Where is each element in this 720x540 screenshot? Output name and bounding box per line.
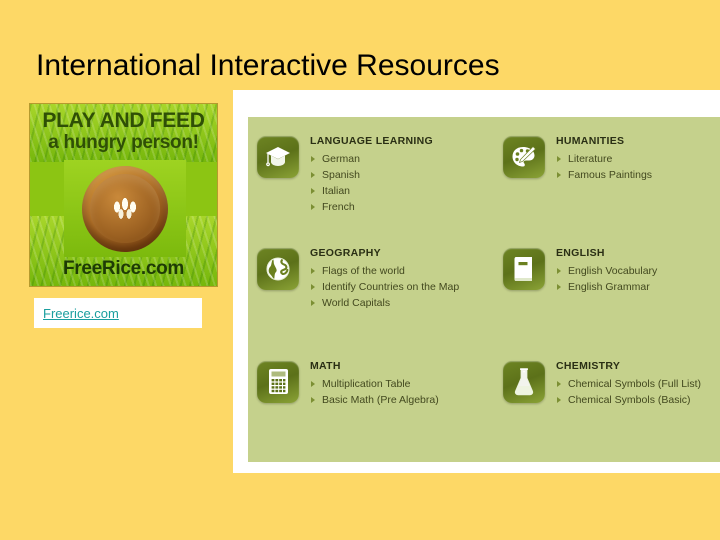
category-item[interactable]: Spanish	[310, 167, 433, 183]
freerice-link[interactable]: Freerice.com	[43, 306, 119, 321]
category-item-label: Identify Countries on the Map	[322, 281, 460, 294]
category-item-label: Basic Math (Pre Algebra)	[322, 393, 439, 406]
category-title: GEOGRAPHY	[310, 247, 381, 260]
bullet-arrow-icon	[311, 172, 315, 178]
category-item-label: English Vocabulary	[568, 265, 658, 278]
ad-headline-secondary: a hungry person!	[48, 132, 199, 153]
resources-grid: LANGUAGE LEARNING German Spanish Italian…	[248, 117, 720, 462]
category-item-label: Chemical Symbols (Basic)	[568, 393, 691, 406]
bullet-arrow-icon	[311, 204, 315, 210]
category-item-label: French	[322, 201, 355, 213]
bullet-arrow-icon	[311, 300, 315, 307]
category-item-label: Flags of the world	[322, 265, 405, 278]
category-item-label: Chemical Symbols (Full List)	[568, 377, 702, 390]
bullet-arrow-icon	[557, 268, 561, 275]
bullet-arrow-icon	[557, 380, 561, 387]
wooden-bowl-icon	[82, 165, 168, 252]
category-item[interactable]: English Vocabulary	[556, 263, 657, 279]
bullet-arrow-icon	[311, 396, 315, 403]
page-title: International Interactive Resources	[36, 49, 500, 82]
category-item-label: Italian	[322, 185, 351, 197]
category-body: CHEMISTRY Chemical Symbols (Full List) C…	[556, 360, 701, 408]
category-item-label: World Capitals	[322, 297, 391, 310]
category-item[interactable]: Chemical Symbols (Basic)	[556, 392, 701, 408]
category-item[interactable]: Literature	[556, 151, 652, 167]
freerice-link-box[interactable]: Freerice.com	[34, 298, 202, 328]
category-geography[interactable]: GEOGRAPHY Flags of the world Identify Co…	[257, 237, 503, 349]
category-english[interactable]: ENGLISH English Vocabulary English Gramm…	[503, 237, 720, 349]
category-item[interactable]: Famous Paintings	[556, 167, 652, 183]
category-item-label: Multiplication Table	[322, 377, 411, 390]
bullet-arrow-icon	[311, 156, 315, 162]
freerice-ad-image[interactable]: PLAY AND FEED a hungry person! FreeRice.…	[29, 103, 218, 287]
ad-headline-primary: PLAY AND FEED	[42, 109, 205, 132]
bullet-arrow-icon	[311, 380, 315, 387]
category-item-label: Spanish	[322, 169, 360, 181]
category-item[interactable]: Basic Math (Pre Algebra)	[310, 392, 439, 408]
category-body: GEOGRAPHY Flags of the world Identify Co…	[310, 247, 459, 311]
category-body: ENGLISH English Vocabulary English Gramm…	[556, 247, 657, 295]
bullet-arrow-icon	[557, 172, 561, 178]
category-item[interactable]: Multiplication Table	[310, 376, 439, 392]
ad-domain-label: FreeRice.com	[62, 258, 184, 279]
category-title: LANGUAGE LEARNING	[310, 135, 433, 147]
category-item-label: German	[322, 153, 360, 165]
rice-bowl-photo	[64, 160, 186, 257]
category-humanities[interactable]: HUMANITIES Literature Famous Paintings	[503, 125, 720, 237]
category-title: HUMANITIES	[556, 135, 625, 147]
category-item[interactable]: Flags of the world	[310, 263, 459, 279]
calculator-icon	[257, 360, 299, 403]
category-body: LANGUAGE LEARNING German Spanish Italian…	[310, 135, 433, 215]
flask-icon	[503, 360, 545, 403]
category-item[interactable]: Chemical Symbols (Full List)	[556, 376, 701, 392]
category-item[interactable]: English Grammar	[556, 279, 657, 295]
category-item[interactable]: German	[310, 151, 433, 167]
category-body: MATH Multiplication Table Basic Math (Pr…	[310, 360, 439, 408]
globe-icon	[257, 248, 299, 291]
bullet-arrow-icon	[311, 188, 315, 194]
category-item-label: Literature	[568, 153, 613, 165]
category-language-learning[interactable]: LANGUAGE LEARNING German Spanish Italian…	[257, 125, 503, 237]
category-math[interactable]: MATH Multiplication Table Basic Math (Pr…	[257, 350, 503, 462]
rice-grains-icon	[111, 194, 139, 219]
category-body: HUMANITIES Literature Famous Paintings	[556, 135, 652, 183]
category-item[interactable]: Italian	[310, 183, 433, 199]
category-item[interactable]: World Capitals	[310, 295, 459, 311]
paint-palette-icon	[503, 136, 545, 178]
bullet-arrow-icon	[311, 284, 315, 291]
bullet-arrow-icon	[557, 156, 561, 162]
category-item[interactable]: Identify Countries on the Map	[310, 279, 459, 295]
bullet-arrow-icon	[311, 268, 315, 275]
bullet-arrow-icon	[557, 284, 561, 291]
category-title: MATH	[310, 359, 341, 372]
book-icon	[503, 248, 545, 291]
category-title: ENGLISH	[556, 247, 605, 260]
category-item[interactable]: French	[310, 199, 433, 215]
bullet-arrow-icon	[557, 396, 561, 403]
category-item-label: English Grammar	[568, 281, 650, 294]
graduation-cap-icon	[257, 136, 299, 178]
resources-panel: LANGUAGE LEARNING German Spanish Italian…	[233, 90, 720, 473]
category-chemistry[interactable]: CHEMISTRY Chemical Symbols (Full List) C…	[503, 350, 720, 462]
category-item-label: Famous Paintings	[568, 169, 653, 181]
category-title: CHEMISTRY	[556, 359, 621, 372]
